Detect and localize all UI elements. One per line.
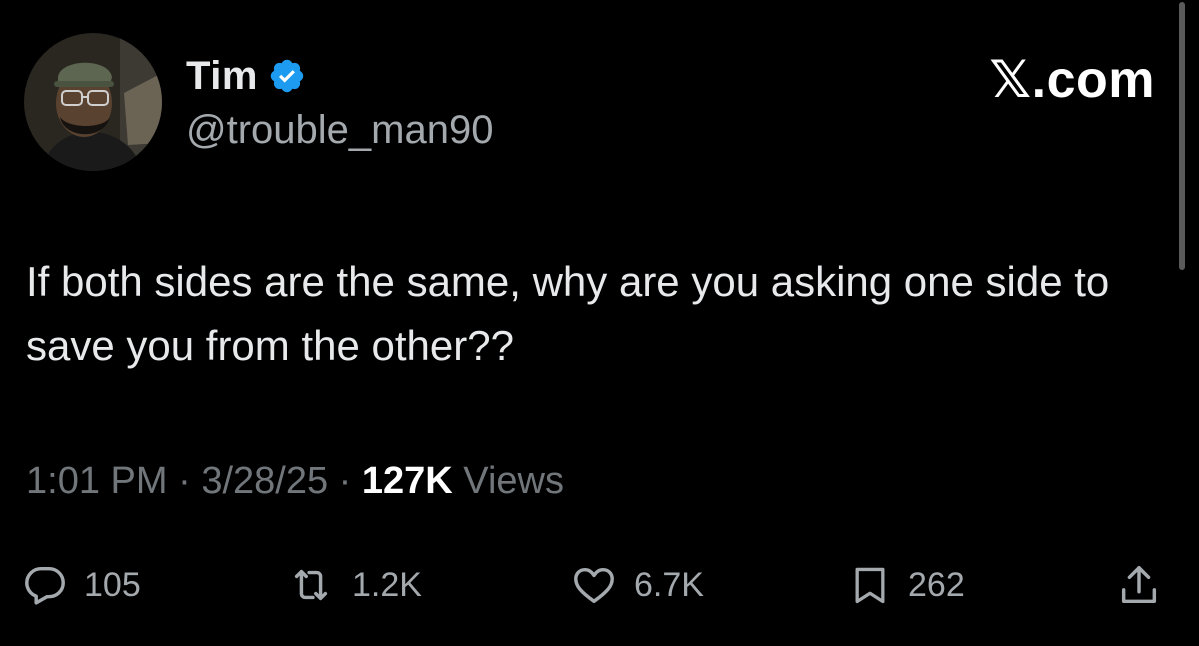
reply-count: 105: [84, 565, 141, 604]
action-bar: 105 1.2K 6.7K 262: [22, 556, 1172, 614]
reply-button[interactable]: 105: [22, 556, 141, 614]
tweet-time[interactable]: 1:01 PM: [26, 460, 168, 502]
tweet-date[interactable]: 3/28/25: [201, 460, 328, 502]
repost-button[interactable]: 1.2K: [286, 556, 422, 614]
author-row[interactable]: Tim: [186, 52, 306, 100]
reply-icon: [25, 566, 65, 605]
bookmark-count: 262: [908, 565, 965, 604]
bookmark-icon: [855, 567, 885, 604]
author-handle[interactable]: @trouble_man90: [186, 108, 493, 153]
source-link[interactable]: 𝕏.com: [989, 50, 1155, 110]
like-count: 6.7K: [634, 565, 704, 604]
like-button[interactable]: 6.7K: [570, 556, 704, 614]
tweet-text: If both sides are the same, why are you …: [26, 258, 1110, 369]
meta-separator: ·: [178, 460, 191, 502]
tweet-meta: 1:01 PM · 3/28/25 · 127K Views: [26, 460, 564, 503]
bookmark-button[interactable]: 262: [848, 556, 965, 614]
share-icon: [1121, 566, 1157, 604]
avatar-image: [24, 33, 162, 171]
repost-count: 1.2K: [352, 565, 422, 604]
meta-separator: ·: [338, 460, 352, 502]
repost-icon: [294, 569, 328, 601]
scrollbar[interactable]: [1179, 2, 1185, 270]
views-count: 127K: [361, 460, 453, 502]
share-button[interactable]: [1116, 556, 1162, 614]
heart-icon: [574, 567, 614, 604]
display-name[interactable]: Tim: [186, 54, 258, 99]
avatar[interactable]: [24, 33, 162, 171]
verified-badge-icon: [268, 57, 306, 95]
views-label: Views: [463, 460, 564, 502]
